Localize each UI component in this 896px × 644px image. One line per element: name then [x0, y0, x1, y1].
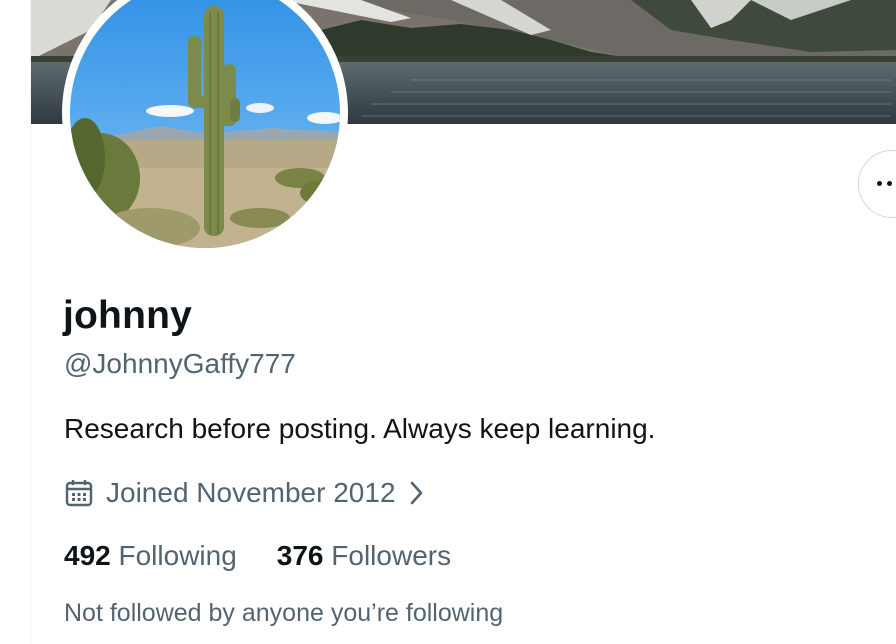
- joined-date-link[interactable]: Joined November 2012: [64, 475, 424, 511]
- following-link[interactable]: 492 Following: [64, 540, 237, 572]
- following-count: 492: [64, 540, 111, 571]
- followers-link[interactable]: 376 Followers: [277, 540, 451, 572]
- chevron-right-icon: [410, 481, 422, 505]
- profile-avatar[interactable]: [62, 0, 348, 256]
- user-handle: @JohnnyGaffy777: [64, 348, 296, 379]
- profile-bio: Research before posting. Always keep lea…: [64, 413, 656, 444]
- followers-count: 376: [276, 540, 324, 571]
- avatar-image: [70, 0, 340, 248]
- follow-stats: 492 Following 376 Followers: [64, 540, 451, 572]
- joined-date-text: Joined November 2012: [106, 477, 396, 508]
- profile-page: johnny @JohnnyGaffy777 Research before p…: [0, 0, 896, 644]
- avatar-photo: [70, 0, 340, 248]
- more-options-button[interactable]: [858, 150, 896, 218]
- display-name: johnny: [63, 294, 193, 337]
- calendar-icon: [65, 480, 93, 507]
- followed-by-note: Not followed by anyone you’re following: [64, 599, 504, 627]
- followers-label: Followers: [331, 540, 452, 571]
- following-label: Following: [118, 540, 237, 571]
- more-icon: [877, 181, 896, 186]
